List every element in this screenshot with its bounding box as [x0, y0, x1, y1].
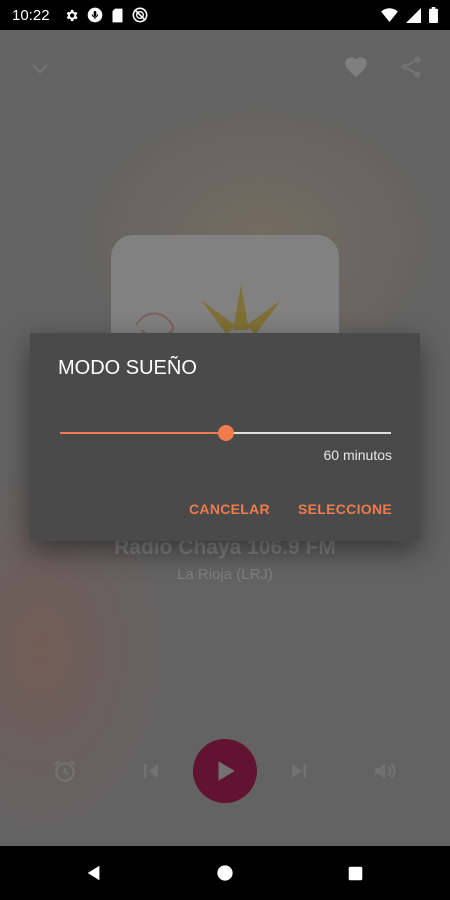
- sd-card-icon: [111, 8, 124, 23]
- signal-icon: [406, 7, 421, 23]
- home-icon[interactable]: [195, 846, 255, 900]
- cancel-button[interactable]: CANCELAR: [189, 501, 270, 517]
- sleep-mode-dialog: MODO SUEÑO 60 minutos CANCELAR SELECCION…: [30, 333, 420, 541]
- back-icon[interactable]: [64, 846, 124, 900]
- mic-icon: [87, 7, 103, 23]
- sleep-timer-slider[interactable]: [60, 425, 391, 443]
- slider-track-fill: [60, 432, 226, 434]
- sync-blocked-icon: [132, 7, 148, 23]
- slider-value-label: 60 minutos: [323, 447, 392, 463]
- status-bar: 10:22: [0, 0, 450, 30]
- slider-thumb[interactable]: [217, 425, 234, 441]
- status-time: 10:22: [12, 6, 50, 24]
- battery-icon: [429, 7, 438, 23]
- wifi-icon: [381, 8, 398, 22]
- recents-icon[interactable]: [325, 846, 385, 900]
- dialog-title: MODO SUEÑO: [58, 357, 197, 379]
- navigation-bar: [0, 846, 450, 900]
- confirm-button[interactable]: SELECCIONE: [298, 501, 392, 517]
- settings-icon: [64, 8, 79, 23]
